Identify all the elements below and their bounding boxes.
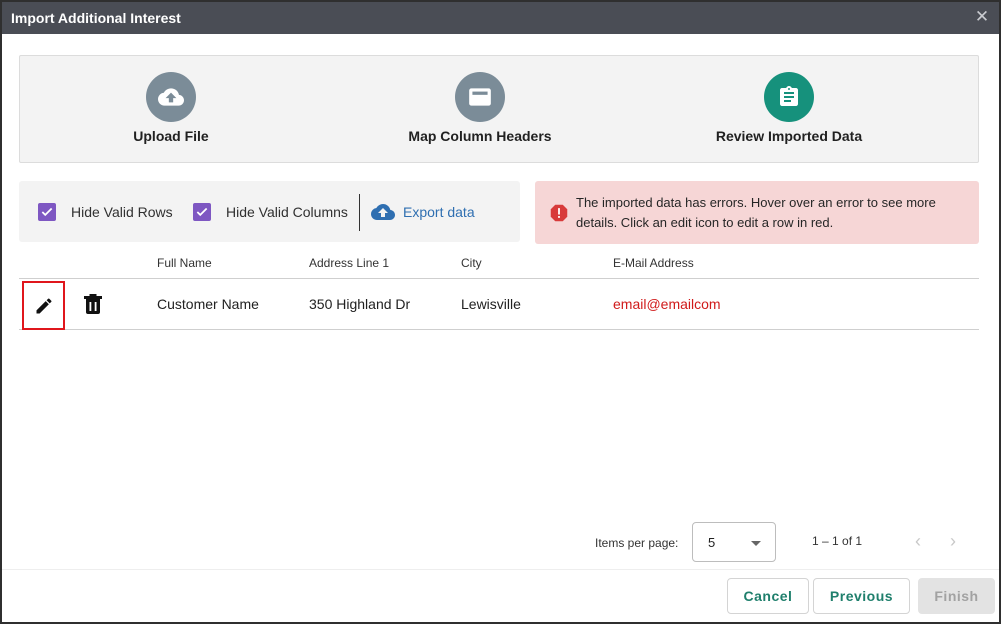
hide-valid-rows-checkbox[interactable] [38, 203, 56, 221]
column-header-city[interactable]: City [461, 256, 482, 270]
import-dialog: Import Additional Interest ✕ Upload File… [0, 0, 1001, 624]
dialog-title: Import Additional Interest [11, 10, 181, 26]
delete-row-button[interactable] [83, 293, 103, 315]
toolbar-divider [359, 194, 360, 231]
chevron-down-icon [751, 541, 761, 546]
items-per-page-value: 5 [708, 535, 716, 550]
cloud-upload-icon [371, 204, 395, 220]
clipboard-icon [764, 72, 814, 122]
step-map-column-headers[interactable]: Map Column Headers [360, 72, 600, 144]
cancel-button[interactable]: Cancel [727, 578, 809, 614]
export-data-button[interactable]: Export data [371, 202, 475, 222]
step-label: Map Column Headers [408, 128, 552, 144]
previous-page-icon[interactable]: ‹ [909, 532, 927, 550]
table-header: Full Name Address Line 1 City E-Mail Add… [19, 250, 979, 279]
cloud-upload-icon [146, 72, 196, 122]
paginator: Items per page: 5 1 – 1 of 1 ‹ › [2, 520, 999, 564]
next-page-icon[interactable]: › [944, 532, 962, 550]
page-range: 1 – 1 of 1 [812, 534, 863, 548]
hide-valid-rows-label[interactable]: Hide Valid Rows [71, 204, 173, 220]
close-icon[interactable]: ✕ [973, 8, 991, 26]
cell-email-error[interactable]: email@emailcom [613, 296, 721, 312]
column-headers-icon [455, 72, 505, 122]
trash-icon [84, 294, 102, 314]
table-row: Customer Name 350 Highland Dr Lewisville… [19, 279, 979, 330]
column-header-address-line-1[interactable]: Address Line 1 [309, 256, 389, 270]
dialog-titlebar: Import Additional Interest ✕ [2, 2, 999, 34]
hide-valid-columns-label[interactable]: Hide Valid Columns [226, 204, 348, 220]
cell-address-line-1: 350 Highland Dr [309, 296, 411, 312]
edit-row-button[interactable] [22, 281, 65, 330]
step-label: Review Imported Data [715, 128, 863, 144]
previous-button[interactable]: Previous [813, 578, 910, 614]
column-header-full-name[interactable]: Full Name [157, 256, 212, 270]
cell-city: Lewisville [461, 296, 521, 312]
step-review-imported-data[interactable]: Review Imported Data [669, 72, 909, 144]
step-label: Upload File [133, 128, 209, 144]
finish-button[interactable]: Finish [918, 578, 995, 614]
export-data-label: Export data [403, 204, 475, 220]
imported-data-table: Full Name Address Line 1 City E-Mail Add… [19, 250, 979, 330]
checkmark-icon [196, 207, 208, 217]
footer-divider [2, 569, 999, 570]
items-per-page-select[interactable]: 5 [692, 522, 776, 562]
import-stepper: Upload File Map Column Headers Review Im… [19, 55, 979, 163]
items-per-page-label: Items per page: [595, 536, 679, 550]
data-toolbar: Hide Valid Rows Hide Valid Columns Expor… [19, 181, 520, 242]
pencil-icon [36, 297, 52, 313]
hide-valid-columns-checkbox[interactable] [193, 203, 211, 221]
cell-full-name: Customer Name [157, 296, 259, 312]
checkmark-icon [41, 207, 53, 217]
error-alert: The imported data has errors. Hover over… [535, 181, 979, 244]
error-octagon-icon [550, 204, 568, 222]
step-upload-file[interactable]: Upload File [51, 72, 291, 144]
error-alert-text: The imported data has errors. Hover over… [576, 195, 936, 230]
column-header-email[interactable]: E-Mail Address [613, 256, 694, 270]
